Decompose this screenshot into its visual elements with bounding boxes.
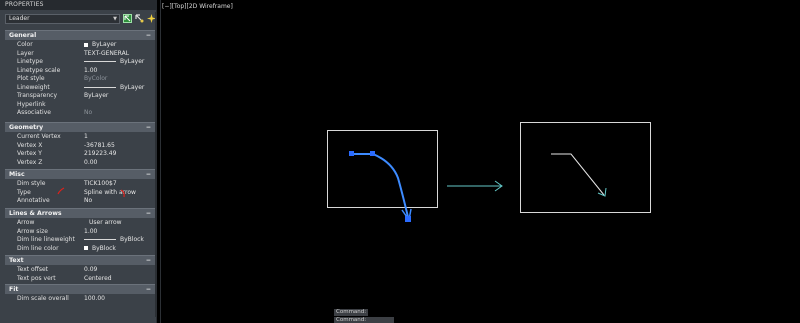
left-frame[interactable] xyxy=(327,130,438,208)
right-frame[interactable] xyxy=(520,122,651,213)
leader-grip-start[interactable] xyxy=(349,151,354,156)
command-input-line[interactable]: Command: _DCopy$7 xyxy=(334,317,394,323)
drawing-canvas[interactable] xyxy=(0,0,800,323)
leader-grip-end[interactable] xyxy=(405,216,411,222)
straight-leader[interactable] xyxy=(551,153,605,196)
command-history-line: Command: xyxy=(334,309,369,316)
leader-grip-mid[interactable] xyxy=(370,151,375,156)
